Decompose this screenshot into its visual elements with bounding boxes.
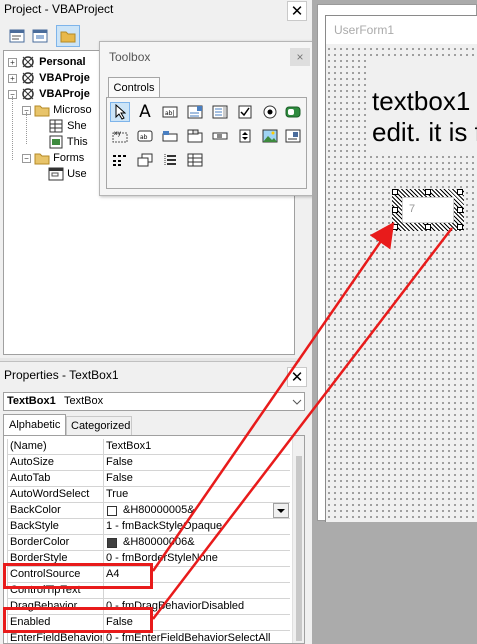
- arrow-controlsource-to-textbox: [151, 221, 395, 572]
- annotation-arrows: [151, 221, 453, 620]
- arrow-enabled-to-textbox: [152, 227, 453, 620]
